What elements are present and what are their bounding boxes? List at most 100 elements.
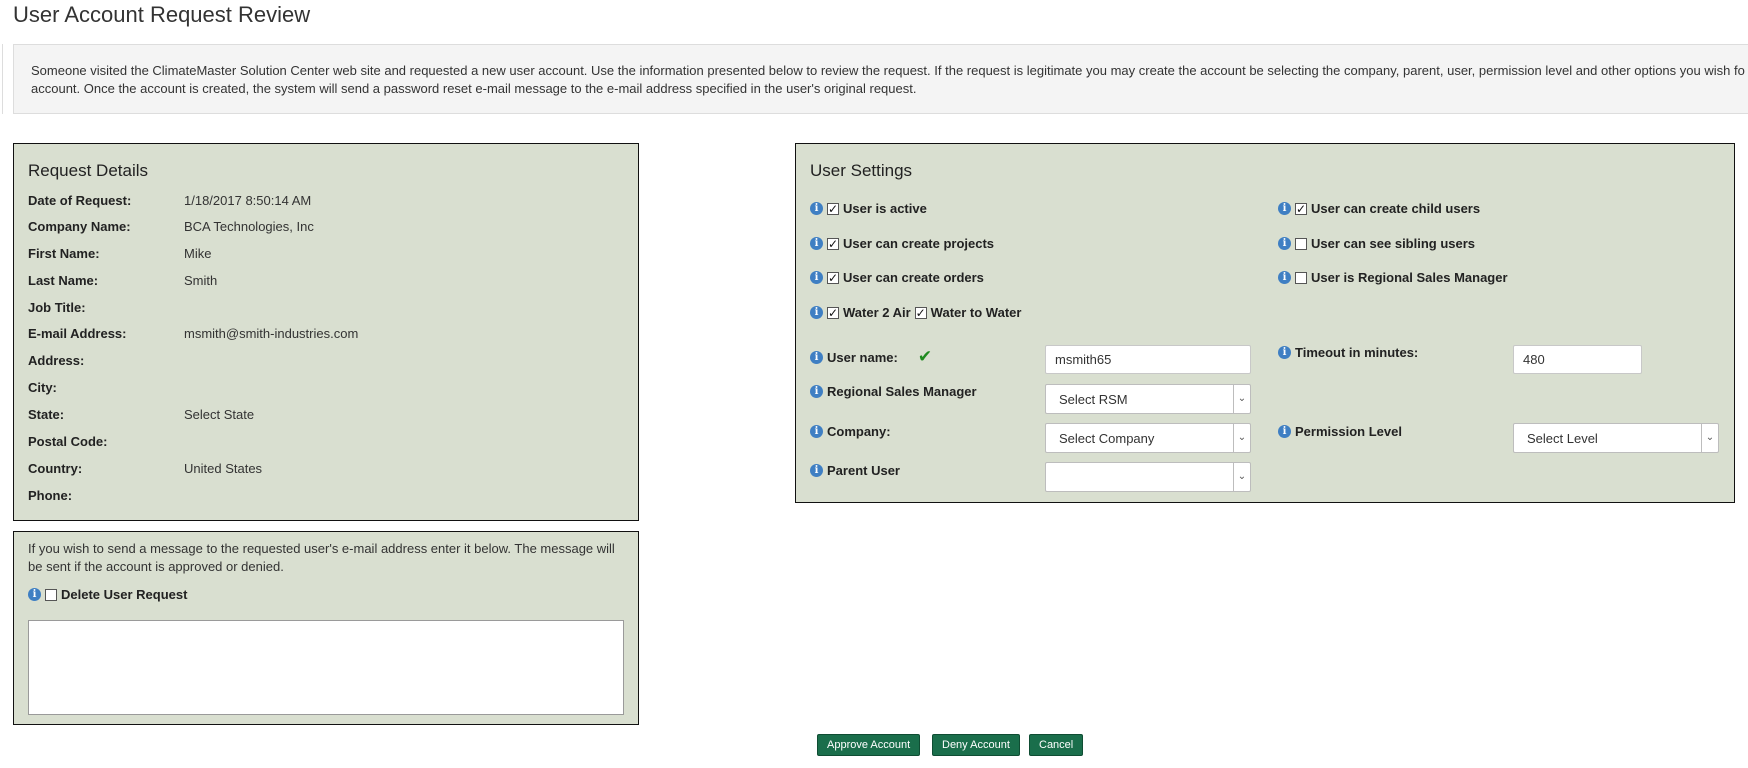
detail-value: Mike — [184, 246, 212, 261]
user-active-checkbox[interactable]: ✓ — [827, 202, 839, 215]
request-details-title: Request Details — [28, 161, 149, 180]
user-settings-title: User Settings — [810, 161, 913, 180]
info-icon[interactable]: i — [28, 588, 41, 601]
approve-account-button[interactable]: Approve Account — [817, 734, 921, 756]
checkmark-icon: ✔ — [917, 347, 933, 366]
message-panel: If you wish to send a message to the req… — [13, 531, 639, 725]
option-child-users: i ✓ User can create child users — [1278, 201, 1480, 216]
info-icon[interactable]: i — [810, 385, 823, 398]
message-textarea[interactable] — [28, 620, 624, 715]
chevron-down-icon[interactable]: ⌄ — [1233, 385, 1250, 413]
delete-request-label: Delete User Request — [61, 587, 188, 602]
create-projects-label: User can create projects — [843, 236, 995, 251]
timeout-input[interactable] — [1513, 345, 1642, 374]
info-icon[interactable]: i — [1278, 271, 1291, 284]
regional-manager-label: User is Regional Sales Manager — [1311, 270, 1508, 285]
chevron-down-icon[interactable]: ⌄ — [1233, 424, 1250, 452]
info-icon[interactable]: i — [810, 306, 823, 319]
permission-selected-value: Select Level — [1527, 431, 1598, 446]
info-icon[interactable]: i — [810, 237, 823, 250]
detail-value: Select State — [184, 407, 255, 422]
info-icon[interactable]: i — [810, 425, 823, 438]
detail-label: State: — [28, 407, 65, 422]
company-select[interactable]: Select Company ⌄ — [1045, 423, 1251, 453]
detail-value: 1/18/2017 8:50:14 AM — [184, 193, 312, 208]
regional-manager-checkbox[interactable] — [1295, 271, 1307, 284]
detail-label: City: — [28, 380, 57, 395]
option-sibling-users: i User can see sibling users — [1278, 236, 1475, 251]
option-user-active: i ✓ User is active — [810, 201, 927, 216]
option-create-projects: i ✓ User can create projects — [810, 236, 994, 251]
info-icon[interactable]: i — [1278, 202, 1291, 215]
detail-value: BCA Technologies, Inc — [184, 219, 314, 234]
parent-user-select[interactable]: ⌄ — [1045, 462, 1251, 492]
detail-label: Phone: — [28, 488, 73, 503]
detail-label: Date of Request: — [28, 193, 132, 208]
detail-value: msmith@smith-industries.com — [184, 326, 359, 341]
create-orders-label: User can create orders — [843, 270, 984, 285]
rsm-select[interactable]: Select RSM ⌄ — [1045, 384, 1251, 414]
detail-label: Country: — [28, 461, 83, 476]
intro-line-2: account. Once the account is created, th… — [31, 81, 917, 96]
option-regional-manager: i User is Regional Sales Manager — [1278, 270, 1508, 285]
option-water-types: i ✓ Water 2 Air ✓ Water to Water — [810, 305, 1021, 320]
user-active-label: User is active — [843, 201, 927, 216]
info-icon[interactable]: i — [1278, 237, 1291, 250]
sibling-users-checkbox[interactable] — [1295, 237, 1307, 250]
child-users-label: User can create child users — [1311, 201, 1481, 216]
left-edge-divider — [0, 44, 3, 114]
info-icon[interactable]: i — [810, 350, 823, 364]
permission-select[interactable]: Select Level ⌄ — [1513, 423, 1719, 453]
username-input[interactable] — [1045, 345, 1251, 374]
sibling-users-label: User can see sibling users — [1311, 236, 1476, 251]
detail-label: First Name: — [28, 246, 100, 261]
detail-label: Postal Code: — [28, 434, 108, 449]
water2water-checkbox[interactable]: ✓ — [914, 306, 927, 319]
parent-user-label: Parent User — [827, 463, 900, 478]
chevron-down-icon[interactable]: ⌄ — [1701, 424, 1718, 452]
permission-label-group: i Permission Level — [1278, 424, 1402, 439]
info-icon[interactable]: i — [1278, 425, 1291, 438]
intro-notice: Someone visited the ClimateMaster Soluti… — [13, 44, 1748, 114]
info-icon[interactable]: i — [810, 202, 823, 215]
delete-request-checkbox[interactable] — [45, 588, 57, 601]
child-users-checkbox[interactable]: ✓ — [1295, 202, 1307, 215]
company-label-group: i Company: — [810, 424, 891, 439]
option-create-orders: i ✓ User can create orders — [810, 270, 984, 285]
detail-label: Last Name: — [28, 273, 99, 288]
intro-line-1: Someone visited the ClimateMaster Soluti… — [31, 63, 1745, 78]
water2water-label: Water to Water — [930, 305, 1022, 320]
rsm-label-group: i Regional Sales Manager — [810, 384, 977, 399]
username-label-group: i User name: ✔ — [810, 347, 932, 367]
company-selected-value: Select Company — [1059, 431, 1155, 446]
delete-request-option: i Delete User Request — [28, 587, 187, 602]
rsm-selected-value: Select RSM — [1059, 392, 1128, 407]
deny-account-button[interactable]: Deny Account — [932, 734, 1020, 756]
info-icon[interactable]: i — [810, 271, 823, 284]
timeout-label: Timeout in minutes: — [1295, 345, 1419, 360]
permission-label: Permission Level — [1295, 424, 1402, 439]
detail-label: Address: — [28, 353, 85, 368]
message-instructions: If you wish to send a message to the req… — [28, 541, 615, 574]
parent-user-label-group: i Parent User — [810, 463, 900, 478]
detail-label: E-mail Address: — [28, 326, 127, 341]
rsm-label: Regional Sales Manager — [827, 384, 977, 399]
detail-value: United States — [184, 461, 263, 476]
company-label: Company: — [827, 424, 891, 439]
create-orders-checkbox[interactable]: ✓ — [827, 271, 839, 284]
page-title: User Account Request Review — [13, 2, 311, 27]
water2air-checkbox[interactable]: ✓ — [827, 306, 839, 319]
timeout-label-group: i Timeout in minutes: — [1278, 345, 1418, 360]
detail-value: Smith — [184, 273, 218, 288]
user-settings-panel: User Settings i ✓ User is active i ✓ Use… — [795, 143, 1735, 503]
chevron-down-icon[interactable]: ⌄ — [1233, 463, 1250, 491]
username-label: User name: — [827, 349, 898, 365]
info-icon[interactable]: i — [810, 464, 823, 477]
detail-label: Company Name: — [28, 219, 131, 234]
water2air-label: Water 2 Air — [843, 305, 911, 320]
request-details-panel: Request Details Date of Request: 1/18/201… — [13, 143, 639, 521]
create-projects-checkbox[interactable]: ✓ — [827, 237, 839, 250]
cancel-button[interactable]: Cancel — [1029, 734, 1084, 756]
detail-label: Job Title: — [28, 300, 86, 315]
info-icon[interactable]: i — [1278, 346, 1291, 359]
